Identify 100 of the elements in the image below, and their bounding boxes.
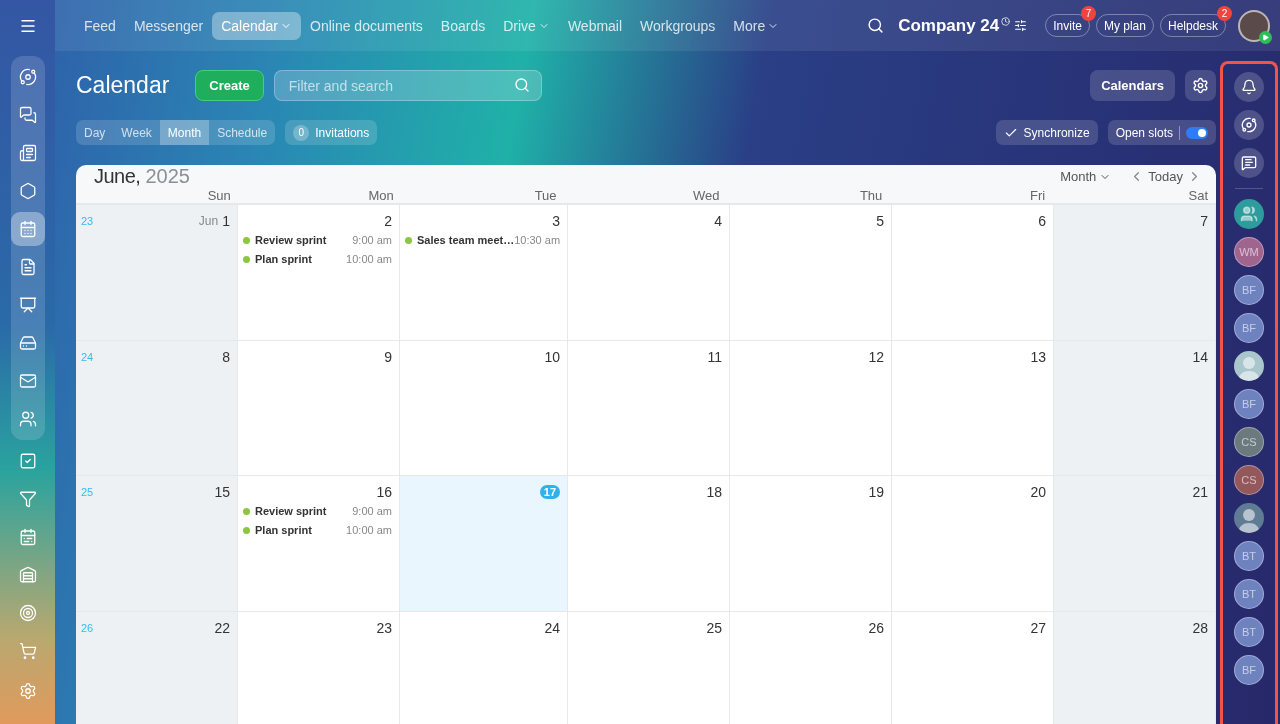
day-cell[interactable]: 16 Review sprint 9:00 am Plan sprint 10:00 am — [238, 476, 400, 612]
presentation-icon — [18, 296, 37, 314]
day-number: 28 — [1192, 619, 1208, 636]
day-number: 14 — [1192, 348, 1208, 365]
day-cell[interactable]: 7 — [1054, 205, 1216, 341]
chat-icon — [18, 106, 37, 124]
day-number: 12 — [868, 348, 885, 365]
day-cell[interactable]: 27 — [892, 611, 1054, 724]
today-badge: 17 — [539, 485, 561, 499]
day-cell[interactable]: 6 — [892, 205, 1054, 341]
settings-icon — [1192, 77, 1209, 94]
month-label: Jun — [198, 214, 219, 228]
day-cell[interactable]: 25 — [568, 611, 731, 724]
cart-icon — [18, 642, 37, 660]
today-button[interactable]: Today — [1148, 169, 1183, 184]
day-cell[interactable]: 23 — [238, 611, 400, 724]
event-time: 10:00 am — [346, 253, 392, 265]
day-number: 21 — [1192, 484, 1208, 500]
hexagon-icon — [18, 182, 37, 200]
day-cell[interactable]: 25 15 — [76, 476, 238, 612]
day-cell[interactable]: 26 22 — [76, 611, 238, 724]
day-cell[interactable]: 21 — [1054, 476, 1216, 612]
day-cell[interactable]: 12 — [730, 340, 893, 476]
user-avatar[interactable] — [1234, 351, 1264, 381]
weekday-label: Thu — [858, 188, 884, 203]
event-title[interactable]: Review sprint — [255, 234, 327, 246]
page-title: Calendar — [76, 72, 170, 99]
event-title[interactable]: Plan sprint — [255, 253, 312, 265]
panel-button[interactable] — [1234, 148, 1264, 178]
day-cell[interactable]: 2 Review sprint 9:00 am Plan sprint 10:00 am — [238, 205, 400, 341]
day-number: 20 — [1030, 484, 1046, 500]
open-slots-button[interactable]: Open slots — [1107, 120, 1216, 145]
event-title[interactable]: Sales team meet… — [416, 234, 515, 246]
day-number: 23 — [376, 619, 392, 636]
day-cell[interactable]: 28 — [1054, 611, 1216, 724]
sidebar-item[interactable] — [10, 212, 45, 246]
week-number: 26 — [81, 621, 94, 634]
weekday-label: Tue — [533, 188, 558, 203]
toggle-switch[interactable] — [1186, 126, 1208, 139]
day-cell[interactable]: 14 — [1054, 340, 1216, 476]
search-icon[interactable] — [867, 17, 885, 34]
day-cell[interactable]: 24 8 — [76, 340, 238, 476]
week-number: 24 — [81, 350, 94, 363]
weekday-label: Mon — [367, 188, 395, 203]
settings-icon — [18, 682, 37, 700]
event-title[interactable]: Review sprint — [255, 505, 327, 517]
day-number: 10 — [544, 348, 561, 365]
sliders-icon[interactable] — [1014, 19, 1028, 32]
day-number: 8 — [222, 348, 230, 365]
event-title[interactable]: Plan sprint — [255, 524, 312, 536]
panel-button[interactable] — [1234, 110, 1264, 140]
day-cell[interactable]: 18 — [568, 476, 731, 612]
month-title: June, — [94, 165, 141, 188]
weekday-label: Wed — [691, 188, 721, 203]
day-cell[interactable]: 13 — [892, 340, 1054, 476]
day-cell[interactable]: 10 — [399, 340, 569, 476]
view-select[interactable]: Month — [1054, 168, 1118, 185]
calendars-button[interactable]: Calendars — [1090, 70, 1175, 101]
day-cell[interactable]: 19 — [730, 476, 893, 612]
day-number: 9 — [384, 348, 392, 365]
day-number: 16 — [376, 484, 392, 500]
event-time: 10:30 am — [514, 234, 561, 246]
day-cell[interactable]: 11 — [568, 340, 731, 476]
day-number: 22 — [214, 619, 230, 636]
day-number: 3 — [552, 213, 561, 229]
nav-tab[interactable]: More — [724, 11, 789, 40]
day-number: 7 — [1200, 213, 1208, 229]
count-badge: 0 — [293, 124, 310, 141]
day-cell[interactable]: 24 — [399, 611, 569, 724]
settings-button[interactable] — [1185, 70, 1216, 101]
day-number: 4 — [714, 213, 723, 229]
day-cell[interactable]: 3 Sales team meet…10:30 am — [399, 205, 569, 341]
day-cell[interactable]: 9 — [238, 340, 400, 476]
day-cell[interactable]: 4 — [568, 205, 731, 341]
nav-tab[interactable]: Feed — [75, 11, 125, 40]
company-name: Company 24 — [898, 15, 1000, 36]
day-number: 27 — [1030, 619, 1046, 636]
panel-button[interactable] — [1234, 72, 1264, 102]
day-number: 11 — [707, 348, 723, 365]
document-icon — [18, 258, 37, 276]
day-cell[interactable]: 20 — [892, 476, 1054, 612]
synchronize-button[interactable]: Synchronize — [995, 120, 1098, 145]
spiral-icon — [1241, 117, 1257, 133]
search-icon — [513, 77, 530, 93]
year-title: 2025 — [145, 165, 190, 188]
day-number: 25 — [706, 619, 723, 636]
day-number: 1 — [222, 213, 230, 229]
day-cell[interactable]: 23 Jun 1 — [76, 205, 238, 341]
user-avatar[interactable] — [1238, 9, 1270, 42]
event-time: 9:00 am — [352, 505, 392, 517]
user-avatar[interactable] — [1234, 503, 1264, 533]
nav-tab[interactable]: Workgroups — [631, 11, 725, 40]
day-cell[interactable]: 26 — [730, 611, 893, 724]
people-icon — [1240, 205, 1258, 223]
day-number: 24 — [544, 619, 561, 636]
day-cell[interactable]: 5 — [730, 205, 893, 341]
mail-icon — [18, 372, 37, 390]
day-number: 19 — [868, 484, 885, 500]
group-avatar[interactable] — [1234, 199, 1264, 229]
chat-icon — [1241, 155, 1257, 171]
